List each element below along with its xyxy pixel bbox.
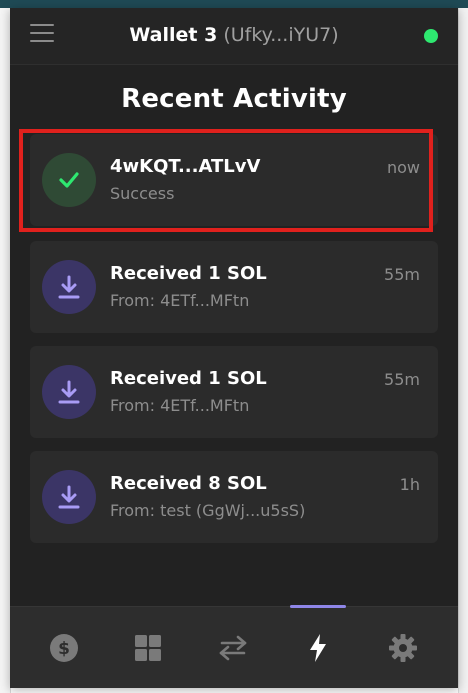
received-status-icon (42, 365, 96, 419)
received-status-icon (42, 260, 96, 314)
download-icon (58, 380, 80, 404)
activity-time: now (386, 158, 420, 177)
gear-icon (389, 634, 417, 662)
svg-text:$: $ (58, 639, 70, 659)
nav-tab-settings[interactable] (363, 607, 443, 688)
activity-time: 55m (384, 370, 420, 389)
activity-subtitle: From: 4ETf...MFtn (110, 396, 250, 415)
activity-row[interactable]: 4wKQT...ATLvV Success now (30, 134, 438, 226)
activity-title: Received 8 SOL (110, 473, 267, 494)
check-icon (59, 172, 79, 188)
success-status-icon (42, 153, 96, 207)
activity-subtitle: Success (110, 184, 175, 203)
activity-row[interactable]: Received 8 SOL From: test (GgWj...u5sS) … (30, 451, 438, 543)
activity-row[interactable]: Received 1 SOL From: 4ETf...MFtn 55m (30, 241, 438, 333)
activity-title: Received 1 SOL (110, 263, 267, 284)
download-icon (58, 485, 80, 509)
activity-row[interactable]: Received 1 SOL From: 4ETf...MFtn 55m (30, 346, 438, 438)
background-window-top-bar (0, 0, 468, 8)
activity-time: 1h (399, 475, 420, 494)
activity-time: 55m (384, 265, 420, 284)
grid-icon (135, 635, 161, 661)
swap-icon (219, 635, 247, 661)
activity-subtitle: From: test (GgWj...u5sS) (110, 501, 306, 520)
received-status-icon (42, 470, 96, 524)
nav-tab-collectibles[interactable] (108, 607, 188, 688)
lightning-icon (310, 634, 326, 662)
nav-tab-activity[interactable] (278, 607, 358, 688)
download-icon (58, 275, 80, 299)
activity-subtitle: From: 4ETf...MFtn (110, 291, 250, 310)
activity-list: 4wKQT...ATLvV Success now Received 1 SOL… (10, 8, 458, 608)
nav-tab-swap[interactable] (193, 607, 273, 688)
bottom-nav: $ (10, 605, 458, 688)
activity-title: Received 1 SOL (110, 368, 267, 389)
activity-title: 4wKQT...ATLvV (110, 156, 261, 177)
background-page-right (458, 8, 468, 693)
wallet-popup: Wallet 3 (Ufky...iYU7) Recent Activity 4w… (10, 8, 458, 688)
nav-tab-balances[interactable]: $ (24, 607, 104, 688)
dollar-icon: $ (50, 634, 78, 662)
